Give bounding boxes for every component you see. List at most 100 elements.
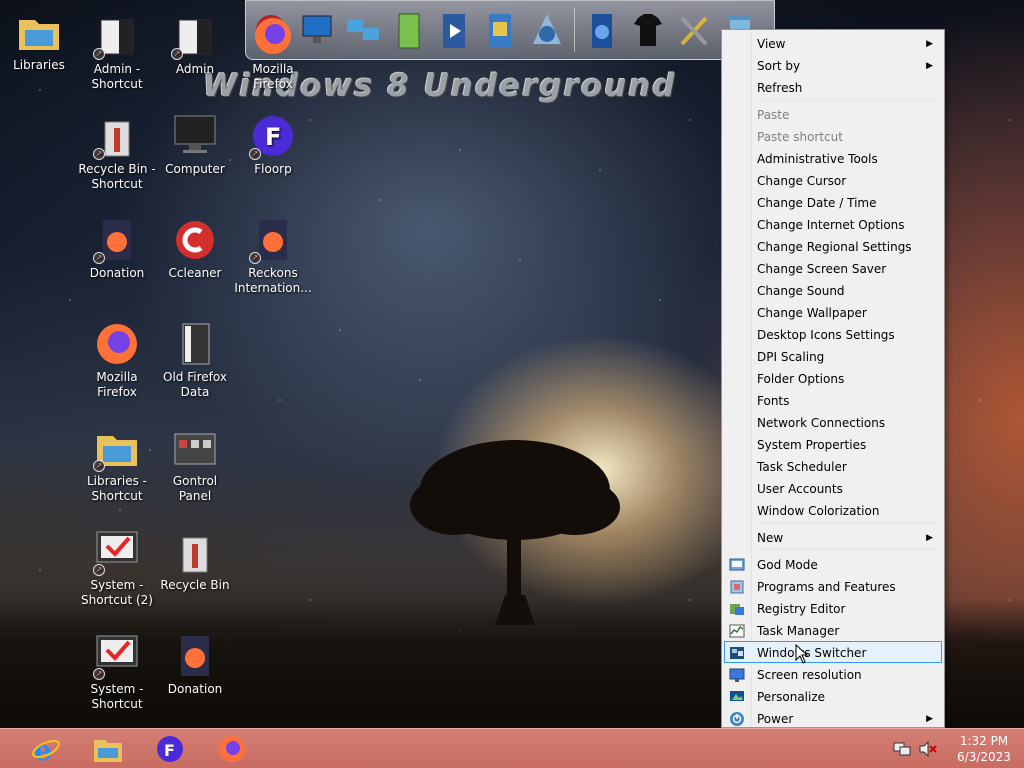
taskbar-firefox-button[interactable] xyxy=(204,731,260,767)
desktop[interactable]: Windows 8 Underground Libraries ↗ Admin … xyxy=(0,0,1024,728)
desktop-icon-old-firefox-data[interactable]: Old Firefox Data xyxy=(156,320,234,400)
menu-item-label: User Accounts xyxy=(757,482,843,496)
menu-item-change-regional-settings[interactable]: Change Regional Settings xyxy=(724,235,942,257)
desktop-icon-computer[interactable]: Computer xyxy=(156,112,234,177)
dock-disc-icon[interactable] xyxy=(528,6,566,54)
menu-item-network-connections[interactable]: Network Connections xyxy=(724,411,942,433)
icon-label: Ccleaner xyxy=(168,266,222,280)
menu-item-label: New xyxy=(757,531,784,545)
desktop-icon-admin[interactable]: ↗ Admin xyxy=(156,12,234,77)
menu-item-label: Change Cursor xyxy=(757,174,847,188)
desktop-icon-libraries[interactable]: Libraries xyxy=(0,8,78,73)
desktop-icon-mozilla-firefox[interactable]: Mozilla Firefox xyxy=(78,320,156,400)
shortcut-arrow-icon: ↗ xyxy=(249,252,261,264)
dock-shirt-icon[interactable] xyxy=(629,6,667,54)
screen-resolution-icon xyxy=(729,668,745,682)
desktop-icon-donation-2[interactable]: Donation xyxy=(156,632,234,697)
menu-item-paste-shortcut[interactable]: Paste shortcut xyxy=(724,125,942,147)
firefox-icon xyxy=(219,736,245,762)
menu-item-change-internet-options[interactable]: Change Internet Options xyxy=(724,213,942,235)
menu-item-screen-resolution[interactable]: Screen resolution xyxy=(724,663,942,685)
taskbar-explorer-button[interactable] xyxy=(80,731,136,767)
menu-item-user-accounts[interactable]: User Accounts xyxy=(724,477,942,499)
menu-item-label: Sort by xyxy=(757,59,801,73)
shortcut-arrow-icon: ↗ xyxy=(93,668,105,680)
desktop-icon-recycle-bin[interactable]: Recycle Bin xyxy=(156,528,234,593)
dock-pictures-icon[interactable] xyxy=(482,6,520,54)
menu-item-folder-options[interactable]: Folder Options xyxy=(724,367,942,389)
menu-item-change-cursor[interactable]: Change Cursor xyxy=(724,169,942,191)
desktop-icon-control-panel[interactable]: Gontrol Panel xyxy=(156,424,234,504)
taskbar-floorp-button[interactable]: F xyxy=(142,731,198,767)
icon-label: System - Shortcut (2) xyxy=(81,578,153,607)
desktop-icon-libraries-shortcut[interactable]: ↗ Libraries - Shortcut xyxy=(78,424,156,504)
svg-text:F: F xyxy=(164,741,175,760)
icon-label: Libraries xyxy=(13,58,65,72)
shortcut-arrow-icon: ↗ xyxy=(93,148,105,160)
dock-media-player-icon[interactable] xyxy=(436,6,474,54)
icon-label: Old Firefox Data xyxy=(163,370,227,399)
taskbar-ie-button[interactable]: e xyxy=(18,731,74,767)
menu-item-desktop-icons-settings[interactable]: Desktop Icons Settings xyxy=(724,323,942,345)
folder-icon xyxy=(182,323,210,365)
network-tray-icon[interactable] xyxy=(892,739,912,759)
mouse-cursor-icon xyxy=(795,644,809,664)
menu-item-label: Desktop Icons Settings xyxy=(757,328,895,342)
menu-item-change-wallpaper[interactable]: Change Wallpaper xyxy=(724,301,942,323)
menu-item-registry-editor[interactable]: Registry Editor xyxy=(724,597,942,619)
menu-item-fonts[interactable]: Fonts xyxy=(724,389,942,411)
menu-item-windows-switcher[interactable]: Windows Switcher xyxy=(724,641,942,663)
menu-item-new[interactable]: New ▶ xyxy=(724,526,942,548)
desktop-icon-mozilla-firefox-top[interactable]: Mozilla Firefox xyxy=(234,12,312,92)
menu-item-power[interactable]: Power ▶ xyxy=(724,707,942,728)
document-icon xyxy=(181,636,209,676)
desktop-icon-ccleaner[interactable]: Ccleaner xyxy=(156,216,234,281)
menu-item-label: Administrative Tools xyxy=(757,152,878,166)
desktop-icon-system-shortcut-2[interactable]: ↗ System - Shortcut (2) xyxy=(78,528,156,608)
menu-item-label: Change Wallpaper xyxy=(757,306,867,320)
menu-item-label: Change Date / Time xyxy=(757,196,877,210)
menu-item-god-mode[interactable]: God Mode xyxy=(724,553,942,575)
menu-item-change-sound[interactable]: Change Sound xyxy=(724,279,942,301)
menu-item-task-manager[interactable]: Task Manager xyxy=(724,619,942,641)
shortcut-arrow-icon: ↗ xyxy=(93,460,105,472)
menu-item-window-colorization[interactable]: Window Colorization xyxy=(724,499,942,521)
icon-label: Admin - Shortcut xyxy=(91,62,143,91)
shortcut-arrow-icon: ↗ xyxy=(93,564,105,576)
dock-network-icon[interactable] xyxy=(344,6,382,54)
icon-label: Donation xyxy=(167,682,223,696)
desktop-icon-system-shortcut[interactable]: ↗ System - Shortcut xyxy=(78,632,156,712)
menu-item-refresh[interactable]: Refresh xyxy=(724,76,942,98)
desktop-icon-recycle-bin-shortcut[interactable]: ↗ Recycle Bin - Shortcut xyxy=(78,112,156,192)
dock-library-icon[interactable] xyxy=(390,6,428,54)
menu-item-label: Personalize xyxy=(757,690,826,704)
task-manager-icon xyxy=(729,624,745,638)
menu-item-dpi-scaling[interactable]: DPI Scaling xyxy=(724,345,942,367)
menu-item-change-screen-saver[interactable]: Change Screen Saver xyxy=(724,257,942,279)
shortcut-arrow-icon: ↗ xyxy=(93,252,105,264)
menu-item-label: Registry Editor xyxy=(757,602,846,616)
menu-item-programs-and-features[interactable]: Programs and Features xyxy=(724,575,942,597)
dock-sound-icon[interactable] xyxy=(583,6,621,54)
taskbar-clock[interactable]: 1:32 PM 6/3/2023 xyxy=(944,733,1024,765)
menu-item-administrative-tools[interactable]: Administrative Tools xyxy=(724,147,942,169)
menu-item-label: Change Regional Settings xyxy=(757,240,912,254)
desktop-icon-admin-shortcut[interactable]: ↗ Admin - Shortcut xyxy=(78,12,156,92)
desktop-icon-reckons[interactable]: ↗ Reckons Internation... xyxy=(234,216,312,296)
icon-label: Donation xyxy=(89,266,145,280)
icon-label: Libraries - Shortcut xyxy=(87,474,147,503)
desktop-icon-donation-1[interactable]: ↗ Donation xyxy=(78,216,156,281)
menu-item-change-date-time[interactable]: Change Date / Time xyxy=(724,191,942,213)
volume-muted-icon[interactable] xyxy=(918,739,938,759)
desktop-icon-floorp[interactable]: F ↗ Floorp xyxy=(234,112,312,177)
control-panel-icon xyxy=(174,433,216,465)
icon-label: Recycle Bin xyxy=(160,578,230,592)
menu-item-sort-by[interactable]: Sort by ▶ xyxy=(724,54,942,76)
menu-item-paste[interactable]: Paste xyxy=(724,103,942,125)
dock-tools-icon[interactable] xyxy=(675,6,713,54)
menu-item-view[interactable]: View ▶ xyxy=(724,32,942,54)
menu-item-personalize[interactable]: Personalize xyxy=(724,685,942,707)
menu-item-task-scheduler[interactable]: Task Scheduler xyxy=(724,455,942,477)
menu-item-system-properties[interactable]: System Properties xyxy=(724,433,942,455)
svg-text:F: F xyxy=(265,123,281,151)
